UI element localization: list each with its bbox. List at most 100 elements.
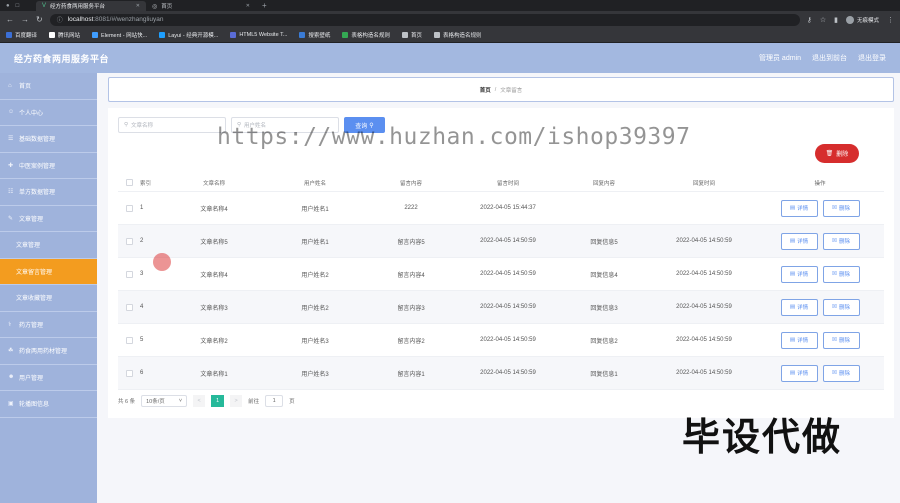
breadcrumb-home[interactable]: 首页 [480, 86, 491, 94]
delete-button[interactable]: ☒ 删除 [822, 199, 860, 217]
sidebar-item[interactable]: ☷ 单方数据管理 [0, 179, 97, 206]
detail-button[interactable]: ▤ 详情 [780, 298, 818, 316]
goto-page-input[interactable]: 1 [265, 395, 284, 407]
bookmark-item[interactable]: Element - 网站快... [92, 31, 147, 39]
back-icon[interactable]: ← [6, 15, 14, 24]
delete-button[interactable]: ☒ 删除 [822, 298, 860, 316]
bookmark-item[interactable]: Layui - 经典开源模... [159, 31, 218, 39]
detail-button[interactable]: ▤ 详情 [780, 364, 818, 382]
incognito-icon [845, 15, 854, 24]
go-frontend-link[interactable]: 退出到前台 [812, 53, 847, 63]
detail-icon: ▤ [789, 337, 796, 343]
list-panel: ⚲ 文章名称 ⚲ 用户姓名 查询 ⚲ 🗑 删除 索引 文章名称 用户姓名 留言内… [108, 108, 894, 418]
sidebar-item[interactable]: ☻ 用户管理 [0, 365, 97, 391]
row-actions: ▤ 详情 ☒ 删除 [756, 265, 884, 283]
sidebar-item-icon: ⚕ [8, 321, 12, 328]
profile-label: 无痕模式 [856, 17, 879, 24]
sidebar-item[interactable]: ✎ 文章管理 [0, 206, 97, 232]
delete-button[interactable]: ☒ 删除 [822, 364, 860, 382]
star-icon[interactable]: ☆ [820, 16, 826, 24]
row-checkbox[interactable] [125, 336, 133, 344]
sidebar-item-icon: ☘ [8, 348, 14, 355]
logout-link[interactable]: 退出登录 [858, 53, 886, 63]
info-icon[interactable]: ⓘ [57, 15, 63, 24]
header-reply-time: 回复时间 [692, 180, 715, 187]
url-path: :8081/#/wenzhangliuyan [93, 16, 164, 23]
bookmark-item[interactable]: 搜索壁纸 [299, 31, 330, 39]
table-row: 2 文章名称5 用户姓名1 留言内容5 2022-04-05 14:50:59 回复信息5… [118, 225, 884, 258]
new-tab-icon[interactable]: + [256, 1, 273, 11]
bookmark-label: 百度翻译 [15, 33, 38, 39]
sidebar-item[interactable]: ☰ 基础数据管理 [0, 126, 97, 153]
sidebar-item[interactable]: ▣ 轮播图信息 [0, 391, 97, 418]
sidebar-item[interactable]: ☺ 个人中心 [0, 100, 97, 126]
select-all-checkbox[interactable] [125, 179, 133, 186]
delete-button[interactable]: ☒ 删除 [822, 331, 860, 349]
sidebar-item[interactable]: ⌂ 首页 [0, 73, 97, 100]
key-icon[interactable]: ⚷ [807, 16, 812, 24]
sidebar-item[interactable]: ✚ 中医案例管理 [0, 153, 97, 179]
row-checkbox[interactable] [125, 270, 133, 278]
sidebar-item-label: 药食两用药材管理 [19, 349, 68, 356]
table-body: 1 文章名称4 用户姓名1 2222 2022-04-05 15:44:37 ▤ 详情 ☒ 删除… [118, 192, 884, 390]
address-bar[interactable]: ⓘ localhost:8081/#/wenzhangliuyan [49, 13, 800, 26]
more-menu-icon[interactable]: ⋮ [887, 16, 894, 24]
browser-tab[interactable]: V 经方药食两用服务平台 ✕ [36, 1, 146, 11]
next-page-button[interactable]: > [230, 395, 243, 407]
bookmark-favicon-icon [299, 32, 306, 38]
app-menu-icon[interactable]: ● [6, 3, 10, 9]
row-checkbox[interactable] [125, 369, 133, 377]
cell-user: 用户姓名1 [301, 206, 329, 213]
reload-icon[interactable]: ↻ [36, 15, 43, 24]
close-icon[interactable]: ✕ [136, 3, 140, 9]
browser-tab[interactable]: ◎ 首页 ✕ [146, 1, 256, 11]
delete-button[interactable]: ☒ 删除 [822, 232, 860, 250]
cell-reply-time: 2022-04-05 14:50:59 [676, 304, 732, 310]
row-select-cell [118, 303, 140, 311]
search-icon: ⚲ [124, 122, 129, 128]
batch-delete-button[interactable]: 🗑 删除 [815, 144, 859, 163]
detail-button[interactable]: ▤ 详情 [780, 232, 818, 250]
incognito-profile[interactable]: 无痕模式 [845, 15, 879, 24]
cell-index: 3 [140, 271, 144, 277]
bookmark-item[interactable]: 表格构造名规则 [342, 31, 390, 39]
bookmark-item[interactable]: 表格构造名规则 [433, 31, 481, 39]
detail-button[interactable]: ▤ 详情 [780, 199, 818, 217]
prev-page-button[interactable]: < [193, 395, 206, 407]
page-suffix: 页 [289, 399, 295, 405]
detail-button[interactable]: ▤ 详情 [780, 265, 818, 283]
row-checkbox[interactable] [125, 237, 133, 245]
bookmark-item[interactable]: HTML5 Website T... [230, 32, 287, 38]
sidebar-item[interactable]: 文章管理 [0, 232, 97, 259]
goto-label: 前往 [248, 399, 260, 405]
url-host: localhost [67, 16, 94, 23]
sidebar-item-label: 药方管理 [19, 322, 44, 329]
page-number-current[interactable]: 1 [211, 395, 225, 407]
forward-icon[interactable]: → [21, 15, 29, 24]
article-name-input[interactable]: ⚲ 文章名称 [118, 117, 226, 133]
row-select-cell [118, 336, 140, 344]
sidebar-item[interactable]: ☘ 药食两用药材管理 [0, 338, 97, 365]
close-icon[interactable]: ✕ [246, 3, 250, 9]
breadcrumb-current: 文章留言 [500, 87, 523, 94]
bookmark-item[interactable]: 腾讯网站 [49, 31, 80, 39]
sidebar-toggle-icon[interactable]: ▮ [834, 16, 838, 24]
cell-index: 1 [140, 205, 144, 211]
app-header: 经方药食两用服务平台 管理员 admin 退出到前台 退出登录 [0, 43, 900, 73]
sidebar-item-icon: ▣ [8, 401, 14, 408]
bookmark-item[interactable]: 百度翻译 [6, 31, 37, 39]
sidebar-item[interactable]: 文章留言管理 [0, 258, 97, 285]
bookmark-item[interactable]: 首页 [401, 31, 422, 39]
detail-button[interactable]: ▤ 详情 [780, 331, 818, 349]
delete-button[interactable]: ☒ 删除 [822, 265, 860, 283]
sidebar-item-label: 文章收藏管理 [16, 296, 53, 303]
row-checkbox[interactable] [125, 204, 133, 212]
row-checkbox[interactable] [125, 303, 133, 311]
detail-label: 详情 [797, 206, 809, 212]
sidebar-item[interactable]: 文章收藏管理 [0, 285, 97, 312]
tab-search-icon[interactable]: □ [16, 3, 20, 9]
sidebar-item[interactable]: ⚕ 药方管理 [0, 312, 97, 338]
bookmark-favicon-icon [230, 32, 237, 38]
page-size-select[interactable]: 10条/页 ˅ [141, 395, 188, 407]
sidebar-item-icon: ⌂ [8, 82, 12, 89]
